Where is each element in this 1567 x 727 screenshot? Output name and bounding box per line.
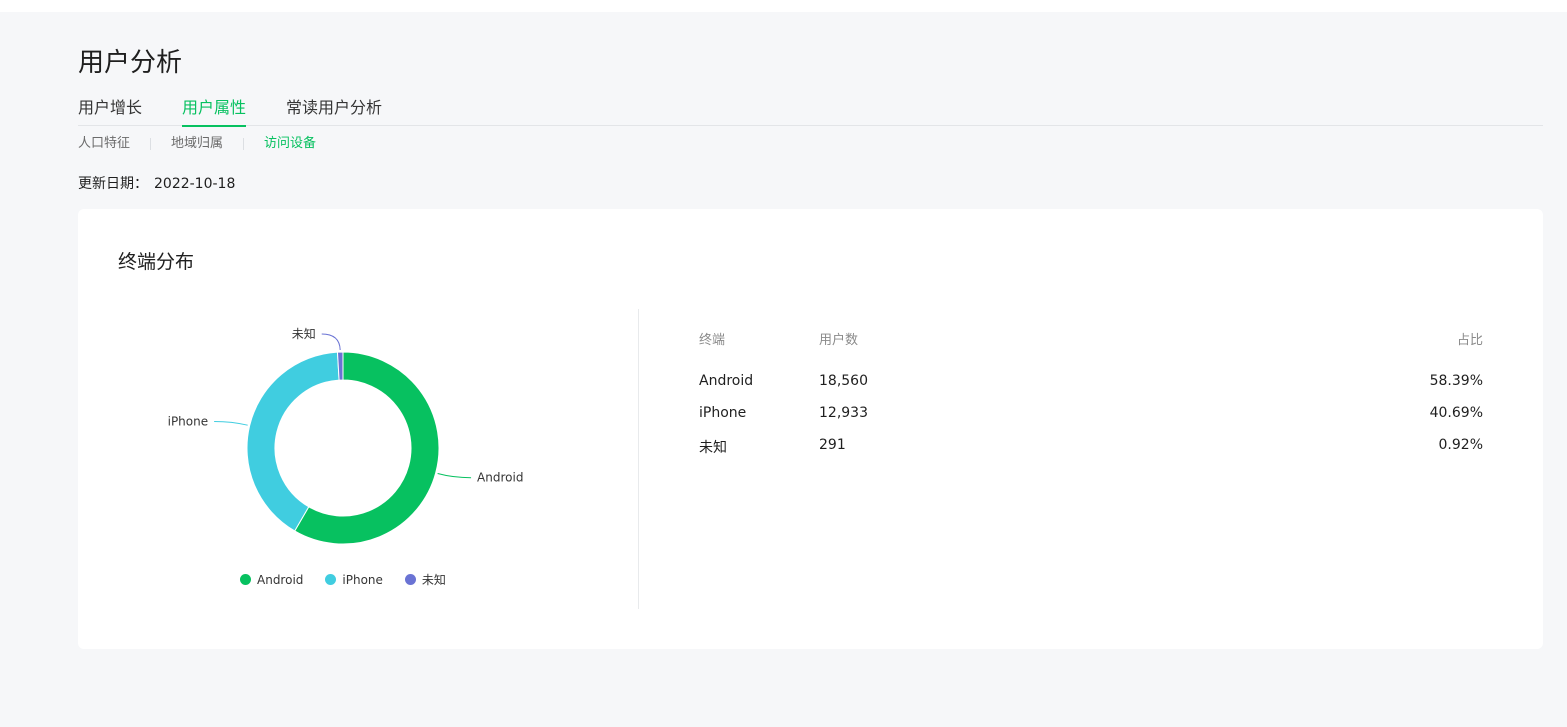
cell-share: 40.69% <box>1429 405 1483 421</box>
legend-dot <box>240 574 251 585</box>
table-row: iPhone 12,933 40.69% <box>699 405 1483 437</box>
subtab-region[interactable]: 地域归属 <box>171 135 223 153</box>
legend-item-iphone[interactable]: iPhone <box>325 573 383 587</box>
table-row: Android 18,560 58.39% <box>699 373 1483 405</box>
column-header-share: 占比 <box>1456 333 1483 348</box>
cell-users: 18,560 <box>819 373 868 389</box>
subtab-demographics[interactable]: 人口特征 <box>78 135 130 153</box>
legend-label: iPhone <box>342 572 383 587</box>
cell-users: 12,933 <box>819 405 868 421</box>
legend-dot <box>325 574 337 585</box>
section-divider <box>638 309 639 609</box>
page-title: 用户分析 <box>78 48 183 78</box>
legend-item-unknown[interactable]: 未知 <box>404 571 446 588</box>
leader-line-0 <box>437 473 472 479</box>
table-header: 终端 用户数 占比 <box>699 329 1483 373</box>
top-bar <box>0 0 1567 12</box>
pie-slice-1[interactable] <box>246 351 340 532</box>
column-header-device: 终端 <box>699 333 726 348</box>
legend-dot <box>404 574 416 585</box>
chart-legend: Android iPhone 未知 <box>240 571 468 588</box>
cell-users: 291 <box>819 437 846 453</box>
cell-device: iPhone <box>699 405 747 421</box>
sub-tabs: 人口特征 地域归属 访问设备 <box>78 135 316 153</box>
tab-user-growth[interactable]: 用户增长 <box>78 96 142 126</box>
cell-share: 0.92% <box>1438 437 1483 453</box>
tab-user-attributes[interactable]: 用户属性 <box>182 96 247 127</box>
cell-device: 未知 <box>699 440 727 456</box>
leader-line-1 <box>214 420 248 426</box>
main-tabs: 用户增长 用户属性 常读用户分析 <box>78 96 1543 127</box>
subtab-devices[interactable]: 访问设备 <box>264 135 316 153</box>
update-date-label: 更新日期： <box>78 176 148 192</box>
device-table: 终端 用户数 占比 Android 18,560 58.39% iPhone 1… <box>699 329 1483 469</box>
slice-label-0: Android <box>477 471 523 485</box>
cell-share: 58.39% <box>1429 373 1483 389</box>
slice-label-2: 未知 <box>292 327 316 341</box>
tab-frequent-reader-analysis[interactable]: 常读用户分析 <box>286 96 382 126</box>
update-date-value: 2022-10-18 <box>154 176 236 192</box>
legend-item-android[interactable]: Android <box>240 573 303 587</box>
table-row: 未知 291 0.92% <box>699 437 1483 469</box>
leader-line-2 <box>321 333 341 351</box>
device-distribution-card: 终端分布 Android iPhone 未知 Android iPhone 未知 终… <box>78 209 1543 649</box>
legend-label: 未知 <box>421 573 446 587</box>
subtab-separator <box>243 138 245 150</box>
cell-device: Android <box>699 373 754 389</box>
legend-label: Android <box>257 572 304 587</box>
update-date-row: 更新日期： 2022-10-18 <box>78 173 235 193</box>
column-header-users: 用户数 <box>819 333 859 348</box>
subtab-separator <box>150 138 152 150</box>
slice-label-1: iPhone <box>168 414 209 428</box>
